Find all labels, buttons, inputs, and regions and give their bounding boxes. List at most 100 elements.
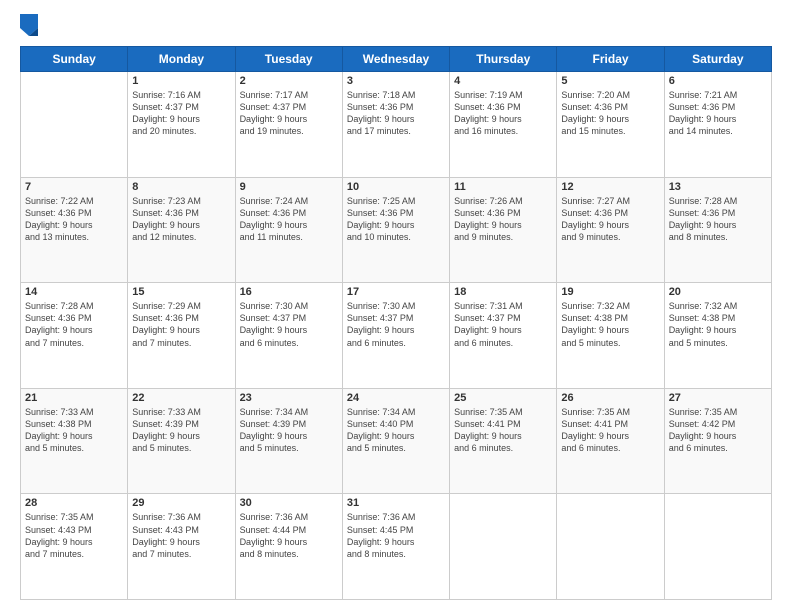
calendar-cell: 31 Sunrise: 7:36 AM Sunset: 4:45 PM Dayli… <box>342 494 449 600</box>
day-number: 17 <box>347 286 445 298</box>
calendar-cell: 9 Sunrise: 7:24 AM Sunset: 4:36 PM Daylig… <box>235 177 342 283</box>
day-number: 13 <box>669 181 767 193</box>
weekday-header-sunday: Sunday <box>21 47 128 72</box>
calendar-cell <box>664 494 771 600</box>
calendar-cell: 29 Sunrise: 7:36 AM Sunset: 4:43 PM Dayli… <box>128 494 235 600</box>
day-info: Sunrise: 7:35 AM Sunset: 4:43 PM Dayligh… <box>25 511 123 560</box>
calendar-cell: 17 Sunrise: 7:30 AM Sunset: 4:37 PM Dayli… <box>342 283 449 389</box>
calendar-cell: 24Sunrise: 7:34 AM Sunset: 4:40 PM Dayli… <box>342 388 449 494</box>
calendar-table: SundayMondayTuesdayWednesdayThursdayFrid… <box>20 46 772 600</box>
calendar-week-row: 28 Sunrise: 7:35 AM Sunset: 4:43 PM Dayli… <box>21 494 772 600</box>
day-info: Sunrise: 7:23 AM Sunset: 4:36 PM Dayligh… <box>132 195 230 244</box>
day-info: Sunrise: 7:20 AM Sunset: 4:36 PM Dayligh… <box>561 89 659 138</box>
day-number: 23 <box>240 392 338 404</box>
day-number: 4 <box>454 75 552 87</box>
day-info: Sunrise: 7:34 AM Sunset: 4:40 PM Dayligh… <box>347 406 445 455</box>
day-number: 25 <box>454 392 552 404</box>
calendar-cell <box>557 494 664 600</box>
day-info: Sunrise: 7:28 AM Sunset: 4:36 PM Dayligh… <box>25 300 123 349</box>
day-info: Sunrise: 7:30 AM Sunset: 4:37 PM Dayligh… <box>240 300 338 349</box>
day-info: Sunrise: 7:32 AM Sunset: 4:38 PM Dayligh… <box>669 300 767 349</box>
calendar-week-row: 14Sunrise: 7:28 AM Sunset: 4:36 PM Dayli… <box>21 283 772 389</box>
weekday-header-saturday: Saturday <box>664 47 771 72</box>
day-info: Sunrise: 7:16 AM Sunset: 4:37 PM Dayligh… <box>132 89 230 138</box>
weekday-header-wednesday: Wednesday <box>342 47 449 72</box>
day-info: Sunrise: 7:31 AM Sunset: 4:37 PM Dayligh… <box>454 300 552 349</box>
day-info: Sunrise: 7:33 AM Sunset: 4:39 PM Dayligh… <box>132 406 230 455</box>
logo-icon <box>20 14 38 36</box>
day-info: Sunrise: 7:24 AM Sunset: 4:36 PM Dayligh… <box>240 195 338 244</box>
day-info: Sunrise: 7:29 AM Sunset: 4:36 PM Dayligh… <box>132 300 230 349</box>
calendar-week-row: 1 Sunrise: 7:16 AM Sunset: 4:37 PM Daylig… <box>21 72 772 178</box>
day-info: Sunrise: 7:26 AM Sunset: 4:36 PM Dayligh… <box>454 195 552 244</box>
calendar-cell <box>450 494 557 600</box>
day-info: Sunrise: 7:25 AM Sunset: 4:36 PM Dayligh… <box>347 195 445 244</box>
calendar-cell: 26 Sunrise: 7:35 AM Sunset: 4:41 PM Dayli… <box>557 388 664 494</box>
calendar-cell: 23 Sunrise: 7:34 AM Sunset: 4:39 PM Dayli… <box>235 388 342 494</box>
weekday-header-friday: Friday <box>557 47 664 72</box>
calendar-cell: 25 Sunrise: 7:35 AM Sunset: 4:41 PM Dayli… <box>450 388 557 494</box>
day-number: 29 <box>132 497 230 509</box>
calendar-cell: 2 Sunrise: 7:17 AM Sunset: 4:37 PM Daylig… <box>235 72 342 178</box>
day-number: 18 <box>454 286 552 298</box>
calendar-cell: 18 Sunrise: 7:31 AM Sunset: 4:37 PM Dayli… <box>450 283 557 389</box>
day-info: Sunrise: 7:35 AM Sunset: 4:41 PM Dayligh… <box>454 406 552 455</box>
calendar-cell: 28 Sunrise: 7:35 AM Sunset: 4:43 PM Dayli… <box>21 494 128 600</box>
calendar-cell: 8 Sunrise: 7:23 AM Sunset: 4:36 PM Daylig… <box>128 177 235 283</box>
day-info: Sunrise: 7:36 AM Sunset: 4:43 PM Dayligh… <box>132 511 230 560</box>
calendar-cell: 5 Sunrise: 7:20 AM Sunset: 4:36 PM Daylig… <box>557 72 664 178</box>
day-info: Sunrise: 7:28 AM Sunset: 4:36 PM Dayligh… <box>669 195 767 244</box>
calendar-cell: 1 Sunrise: 7:16 AM Sunset: 4:37 PM Daylig… <box>128 72 235 178</box>
calendar-header-row: SundayMondayTuesdayWednesdayThursdayFrid… <box>21 47 772 72</box>
day-number: 31 <box>347 497 445 509</box>
day-info: Sunrise: 7:17 AM Sunset: 4:37 PM Dayligh… <box>240 89 338 138</box>
calendar-cell: 14Sunrise: 7:28 AM Sunset: 4:36 PM Dayli… <box>21 283 128 389</box>
day-info: Sunrise: 7:34 AM Sunset: 4:39 PM Dayligh… <box>240 406 338 455</box>
day-info: Sunrise: 7:35 AM Sunset: 4:42 PM Dayligh… <box>669 406 767 455</box>
day-number: 28 <box>25 497 123 509</box>
day-info: Sunrise: 7:36 AM Sunset: 4:45 PM Dayligh… <box>347 511 445 560</box>
day-number: 26 <box>561 392 659 404</box>
day-info: Sunrise: 7:35 AM Sunset: 4:41 PM Dayligh… <box>561 406 659 455</box>
day-info: Sunrise: 7:33 AM Sunset: 4:38 PM Dayligh… <box>25 406 123 455</box>
day-number: 2 <box>240 75 338 87</box>
logo <box>20 18 40 36</box>
day-number: 30 <box>240 497 338 509</box>
calendar-cell: 6Sunrise: 7:21 AM Sunset: 4:36 PM Daylig… <box>664 72 771 178</box>
day-number: 21 <box>25 392 123 404</box>
day-info: Sunrise: 7:32 AM Sunset: 4:38 PM Dayligh… <box>561 300 659 349</box>
day-info: Sunrise: 7:22 AM Sunset: 4:36 PM Dayligh… <box>25 195 123 244</box>
day-number: 11 <box>454 181 552 193</box>
calendar-cell: 7 Sunrise: 7:22 AM Sunset: 4:36 PM Daylig… <box>21 177 128 283</box>
calendar-cell: 10Sunrise: 7:25 AM Sunset: 4:36 PM Dayli… <box>342 177 449 283</box>
calendar-cell: 20 Sunrise: 7:32 AM Sunset: 4:38 PM Dayli… <box>664 283 771 389</box>
calendar-cell: 13 Sunrise: 7:28 AM Sunset: 4:36 PM Dayli… <box>664 177 771 283</box>
day-info: Sunrise: 7:30 AM Sunset: 4:37 PM Dayligh… <box>347 300 445 349</box>
day-info: Sunrise: 7:36 AM Sunset: 4:44 PM Dayligh… <box>240 511 338 560</box>
day-info: Sunrise: 7:27 AM Sunset: 4:36 PM Dayligh… <box>561 195 659 244</box>
day-number: 15 <box>132 286 230 298</box>
calendar-cell: 15 Sunrise: 7:29 AM Sunset: 4:36 PM Dayli… <box>128 283 235 389</box>
calendar-cell: 12Sunrise: 7:27 AM Sunset: 4:36 PM Dayli… <box>557 177 664 283</box>
calendar-cell: 22 Sunrise: 7:33 AM Sunset: 4:39 PM Dayli… <box>128 388 235 494</box>
weekday-header-thursday: Thursday <box>450 47 557 72</box>
day-number: 22 <box>132 392 230 404</box>
calendar-cell: 11 Sunrise: 7:26 AM Sunset: 4:36 PM Dayli… <box>450 177 557 283</box>
day-number: 3 <box>347 75 445 87</box>
calendar-cell: 30 Sunrise: 7:36 AM Sunset: 4:44 PM Dayli… <box>235 494 342 600</box>
calendar-cell: 4 Sunrise: 7:19 AM Sunset: 4:36 PM Daylig… <box>450 72 557 178</box>
day-number: 6 <box>669 75 767 87</box>
weekday-header-tuesday: Tuesday <box>235 47 342 72</box>
day-number: 8 <box>132 181 230 193</box>
calendar-cell: 19 Sunrise: 7:32 AM Sunset: 4:38 PM Dayli… <box>557 283 664 389</box>
calendar-cell: 3Sunrise: 7:18 AM Sunset: 4:36 PM Daylig… <box>342 72 449 178</box>
day-number: 9 <box>240 181 338 193</box>
page: SundayMondayTuesdayWednesdayThursdayFrid… <box>0 0 792 612</box>
calendar-cell: 27Sunrise: 7:35 AM Sunset: 4:42 PM Dayli… <box>664 388 771 494</box>
day-number: 20 <box>669 286 767 298</box>
day-number: 19 <box>561 286 659 298</box>
day-number: 1 <box>132 75 230 87</box>
day-info: Sunrise: 7:19 AM Sunset: 4:36 PM Dayligh… <box>454 89 552 138</box>
day-number: 5 <box>561 75 659 87</box>
day-number: 7 <box>25 181 123 193</box>
